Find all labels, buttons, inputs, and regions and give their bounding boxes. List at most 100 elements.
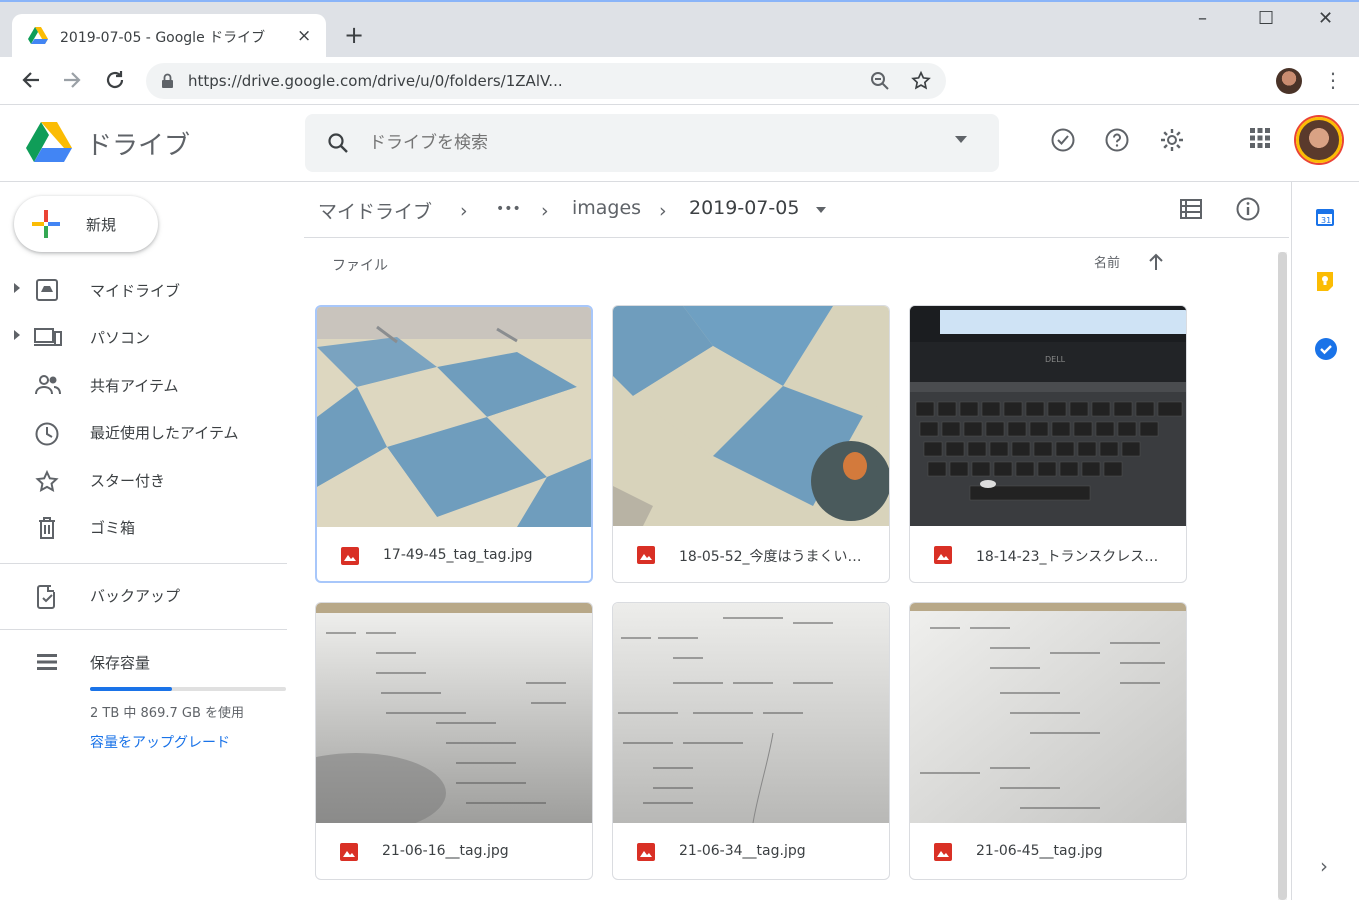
storage-icon (34, 651, 60, 673)
tab-close-icon[interactable]: × (297, 27, 311, 45)
sidebar-item-shared[interactable]: 共有アイテム (0, 365, 290, 405)
storage-progress-bar (90, 687, 286, 691)
chevron-down-icon[interactable] (816, 207, 826, 213)
breadcrumb-my-drive[interactable]: マイドライブ (318, 197, 432, 224)
account-avatar[interactable] (1296, 117, 1342, 163)
image-file-icon (934, 546, 952, 564)
minimize-icon[interactable]: – (1198, 8, 1207, 29)
tab-title: 2019-07-05 - Google ドライブ (60, 30, 266, 46)
back-arrow-icon[interactable] (20, 69, 42, 91)
breadcrumb-current-folder[interactable]: 2019-07-05 (689, 197, 799, 219)
offline-status-icon[interactable] (1050, 127, 1076, 153)
svg-text:31: 31 (1321, 216, 1331, 225)
new-plus-icon (32, 210, 60, 238)
breadcrumb-more[interactable]: ••• (496, 201, 521, 217)
drive-header: ドライブ (0, 105, 1359, 182)
breadcrumb-images[interactable]: images (572, 197, 641, 219)
files-section-label: ファイル (332, 258, 388, 274)
sidebar-item-backup[interactable]: バックアップ (0, 575, 290, 615)
drive-search-box[interactable] (305, 114, 999, 172)
image-file-icon (340, 843, 358, 861)
expand-arrow-icon[interactable] (14, 283, 20, 293)
sidebar-item-recent[interactable]: 最近使用したアイテム (0, 412, 290, 452)
main-scrollbar[interactable] (1278, 252, 1287, 900)
file-name: 21-06-45__tag.jpg (976, 843, 1103, 859)
sidebar-divider (0, 563, 287, 564)
file-thumbnail (316, 603, 592, 823)
sidebar-item-label: 共有アイテム (90, 377, 179, 395)
svg-text:DELL: DELL (1045, 355, 1066, 364)
image-file-icon (341, 547, 359, 565)
image-file-icon (637, 546, 655, 564)
help-icon[interactable] (1104, 127, 1130, 153)
upgrade-storage-link[interactable]: 容量をアップグレード (90, 732, 230, 752)
info-icon[interactable] (1235, 196, 1261, 222)
url-text[interactable]: https://drive.google.com/drive/u/0/folde… (188, 72, 563, 90)
file-thumbnail (613, 603, 889, 823)
file-card[interactable]: 21-06-34__tag.jpg (612, 602, 890, 880)
file-card[interactable]: 18-05-52_今度はうまくいくかな.jpg (612, 305, 890, 583)
window-close-icon[interactable]: ✕ (1318, 8, 1333, 29)
drive-logo-icon[interactable] (26, 122, 72, 162)
search-input[interactable] (369, 128, 929, 158)
storage-usage-text: 2 TB 中 869.7 GB を使用 (90, 706, 245, 721)
tasks-icon[interactable] (1314, 337, 1338, 361)
new-button-label: 新規 (86, 216, 117, 234)
shared-icon (34, 374, 62, 396)
drive-brand-title[interactable]: ドライブ (86, 125, 190, 162)
browser-tab[interactable]: 2019-07-05 - Google ドライブ × (12, 14, 326, 59)
sort-by-name-label[interactable]: 名前 (1094, 252, 1120, 271)
apps-grid-icon[interactable] (1249, 127, 1271, 149)
file-name: 18-05-52_今度はうまくいくかな.jpg (679, 549, 875, 565)
sidebar: 新規 マイドライブ パソコン 共有アイテム 最近使用したアイテム スター付き ゴ… (0, 182, 300, 900)
browser-menu-icon[interactable]: ⋮ (1323, 69, 1343, 91)
new-tab-button[interactable]: + (344, 22, 364, 48)
zoom-icon[interactable] (870, 71, 890, 91)
maximize-icon[interactable]: ☐ (1258, 8, 1274, 29)
expand-panel-chevron-icon[interactable]: › (1320, 854, 1328, 878)
file-card[interactable]: 17-49-45_tag_tag.jpg (315, 305, 593, 583)
sidebar-item-my-drive[interactable]: マイドライブ (0, 270, 290, 310)
recent-clock-icon (34, 421, 60, 447)
reload-icon[interactable] (104, 69, 126, 91)
sidebar-item-label: パソコン (90, 329, 151, 347)
sidebar-item-label: ゴミ箱 (90, 519, 136, 537)
browser-tabstrip: 2019-07-05 - Google ドライブ × + – ☐ ✕ (0, 0, 1359, 59)
trash-icon (34, 516, 60, 540)
sidebar-item-storage[interactable]: 保存容量 (0, 642, 290, 682)
file-card[interactable]: 21-06-16__tag.jpg (315, 602, 593, 880)
list-view-icon[interactable] (1180, 199, 1202, 219)
browser-toolbar: https://drive.google.com/drive/u/0/folde… (0, 57, 1359, 105)
sidebar-divider (0, 629, 287, 630)
lock-icon[interactable] (161, 73, 174, 89)
sidebar-item-trash[interactable]: ゴミ箱 (0, 507, 290, 547)
file-card[interactable]: 21-06-45__tag.jpg (909, 602, 1187, 880)
sort-ascending-icon[interactable] (1148, 253, 1164, 271)
scrollbar-thumb[interactable] (1278, 252, 1287, 900)
file-name: 18-14-23_トランスクレスト.jpg (976, 549, 1172, 565)
address-bar[interactable]: https://drive.google.com/drive/u/0/folde… (146, 63, 946, 99)
sidebar-item-starred[interactable]: スター付き (0, 460, 290, 500)
sidebar-item-computers[interactable]: パソコン (0, 317, 290, 357)
file-thumbnail (910, 603, 1186, 823)
file-thumbnail (613, 306, 889, 526)
drive-favicon-icon (28, 27, 48, 45)
file-name: 21-06-34__tag.jpg (679, 843, 806, 859)
bookmark-star-icon[interactable] (910, 70, 932, 92)
sidebar-item-label: 保存容量 (90, 654, 151, 672)
new-button[interactable]: 新規 (14, 196, 158, 252)
search-options-icon[interactable] (955, 136, 967, 144)
search-icon[interactable] (327, 132, 349, 154)
settings-gear-icon[interactable] (1159, 127, 1185, 153)
expand-arrow-icon[interactable] (14, 330, 20, 340)
breadcrumb: マイドライブ › ••• › images › 2019-07-05 (304, 182, 1289, 238)
file-card[interactable]: DELL 18-14-23_トランスクレスト.jpg (909, 305, 1187, 583)
chevron-right-icon: › (659, 200, 667, 222)
keep-icon[interactable] (1314, 270, 1336, 292)
file-thumbnail (317, 307, 591, 527)
browser-profile-avatar[interactable] (1276, 68, 1302, 94)
calendar-icon[interactable]: 31 (1314, 206, 1336, 228)
star-icon (34, 469, 60, 495)
storage-progress-fill (90, 687, 173, 691)
forward-arrow-icon[interactable] (61, 69, 83, 91)
